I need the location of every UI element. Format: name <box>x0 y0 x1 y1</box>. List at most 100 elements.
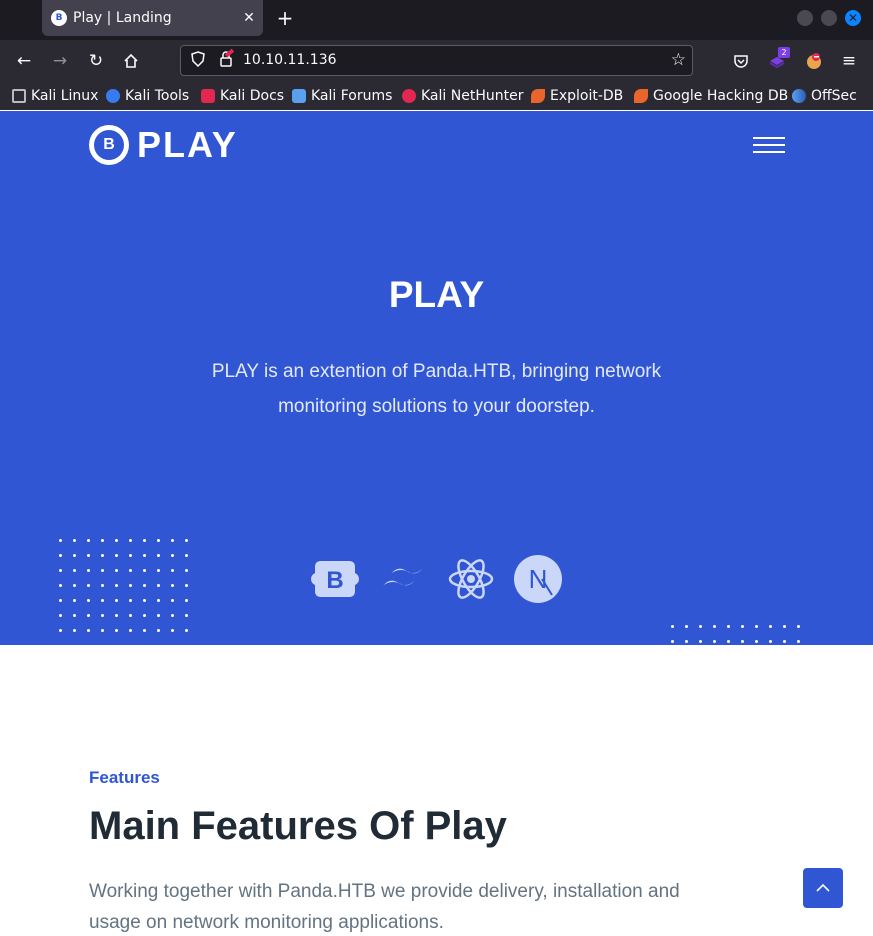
kali-docs-icon <box>201 89 215 103</box>
close-icon: ✕ <box>847 11 859 25</box>
decorative-dot <box>73 629 76 632</box>
bookmark-exploit-db[interactable]: Exploit-DB <box>531 87 623 105</box>
decorative-dot <box>143 599 146 602</box>
decorative-dot <box>59 614 62 617</box>
decorative-dot <box>783 640 786 643</box>
decorative-dot <box>115 614 118 617</box>
decorative-dot <box>727 625 730 628</box>
decorative-dot <box>101 539 104 542</box>
decorative-dot <box>699 640 702 643</box>
decorative-dot <box>73 599 76 602</box>
svg-text:N: N <box>529 564 548 594</box>
decorative-dot <box>185 539 188 542</box>
decorative-dot <box>157 554 160 557</box>
decorative-dot <box>143 539 146 542</box>
decorative-dot <box>59 584 62 587</box>
decorative-dot <box>185 599 188 602</box>
decorative-dot <box>129 629 132 632</box>
decorative-dot <box>671 625 674 628</box>
decorative-dot <box>129 554 132 557</box>
decorative-dot <box>755 640 758 643</box>
decorative-dot <box>685 625 688 628</box>
address-bar[interactable]: 10.10.11.136 ☆ <box>180 45 693 76</box>
decorative-dot <box>87 599 90 602</box>
decorative-dot <box>115 554 118 557</box>
bookmark-kali-forums[interactable]: Kali Forums <box>292 87 392 105</box>
decorative-dot <box>157 569 160 572</box>
kali-dragon-icon <box>12 89 26 103</box>
browser-toolbar: ← → ↻ 10.10.11.136 ☆ ≡ <box>0 40 873 82</box>
bookmark-label: Kali Tools <box>125 88 190 104</box>
decorative-dot <box>115 539 118 542</box>
decorative-dot <box>769 625 772 628</box>
extension-badge: 2 <box>778 47 790 58</box>
decorative-dot <box>101 569 104 572</box>
decorative-dot <box>101 599 104 602</box>
decorative-dot <box>101 554 104 557</box>
decorative-dot <box>59 539 62 542</box>
decorative-dot <box>171 584 174 587</box>
tracking-shield-icon[interactable] <box>189 51 207 69</box>
decorative-dot <box>783 625 786 628</box>
features-label: Features <box>89 768 160 787</box>
insecure-lock-icon[interactable] <box>217 51 235 69</box>
decorative-dot <box>171 539 174 542</box>
decorative-dot <box>713 625 716 628</box>
decorative-dot <box>185 569 188 572</box>
pocket-icon[interactable] <box>728 48 754 74</box>
window-close-button[interactable]: ✕ <box>845 10 861 26</box>
decorative-dot <box>727 640 730 643</box>
hamburger-menu-icon[interactable] <box>753 137 785 155</box>
offsec-icon <box>792 89 806 103</box>
hacktools-extension-icon[interactable] <box>801 48 827 74</box>
maximize-button[interactable] <box>821 10 837 26</box>
forward-arrow-icon[interactable]: → <box>47 48 73 74</box>
decorative-dot <box>143 554 146 557</box>
bookmark-kali-linux[interactable]: Kali Linux <box>12 87 98 105</box>
decorative-dot <box>101 629 104 632</box>
decorative-dot <box>129 614 132 617</box>
features-title: Main Features Of Play <box>89 804 507 848</box>
react-icon <box>447 555 495 603</box>
url-text[interactable]: 10.10.11.136 <box>243 52 337 68</box>
minimize-button[interactable] <box>797 10 813 26</box>
home-icon[interactable] <box>118 48 144 74</box>
reload-icon[interactable]: ↻ <box>83 48 109 74</box>
back-to-top-button[interactable] <box>803 868 843 908</box>
back-arrow-icon[interactable]: ← <box>11 48 37 74</box>
decorative-dot <box>713 640 716 643</box>
bookmark-kali-nethunter[interactable]: Kali NetHunter <box>402 87 523 105</box>
decorative-dot <box>59 554 62 557</box>
decorative-dot <box>755 625 758 628</box>
tab-close-icon[interactable]: ✕ <box>235 10 263 26</box>
decorative-dot <box>157 539 160 542</box>
kali-tools-icon <box>106 89 120 103</box>
bookmark-label: Kali Docs <box>220 88 285 104</box>
bookmark-kali-docs[interactable]: Kali Docs <box>201 87 284 105</box>
logo-text: PLAY <box>137 124 238 165</box>
decorative-dot <box>73 554 76 557</box>
tab-title: Play | Landing <box>73 10 172 26</box>
app-menu-icon[interactable]: ≡ <box>836 48 862 74</box>
bookmark-offsec[interactable]: OffSec <box>792 87 857 105</box>
decorative-dots-left <box>59 539 188 632</box>
decorative-dot <box>143 584 146 587</box>
bookmark-kali-tools[interactable]: Kali Tools <box>106 87 189 105</box>
new-tab-button[interactable]: + <box>272 4 298 32</box>
browser-tab-bar: B Play | Landing ✕ + ✕ <box>0 0 873 40</box>
bookmark-star-icon[interactable]: ☆ <box>671 50 686 70</box>
decorative-dot <box>185 554 188 557</box>
site-logo[interactable]: B PLAY <box>89 124 238 166</box>
bookmark-label: Kali NetHunter <box>421 88 524 104</box>
decorative-dot <box>101 584 104 587</box>
tab-favicon-icon: B <box>51 10 67 26</box>
decorative-dot <box>157 599 160 602</box>
bookmark-label: Google Hacking DB <box>653 88 789 104</box>
bookmark-google-hacking-db[interactable]: Google Hacking DB <box>634 87 788 105</box>
bookmark-label: Exploit-DB <box>550 88 624 104</box>
decorative-dot <box>797 640 800 643</box>
browser-tab[interactable]: B Play | Landing ✕ <box>42 0 263 36</box>
bookmark-label: Kali Forums <box>311 88 393 104</box>
decorative-dot <box>699 625 702 628</box>
decorative-dot <box>129 599 132 602</box>
